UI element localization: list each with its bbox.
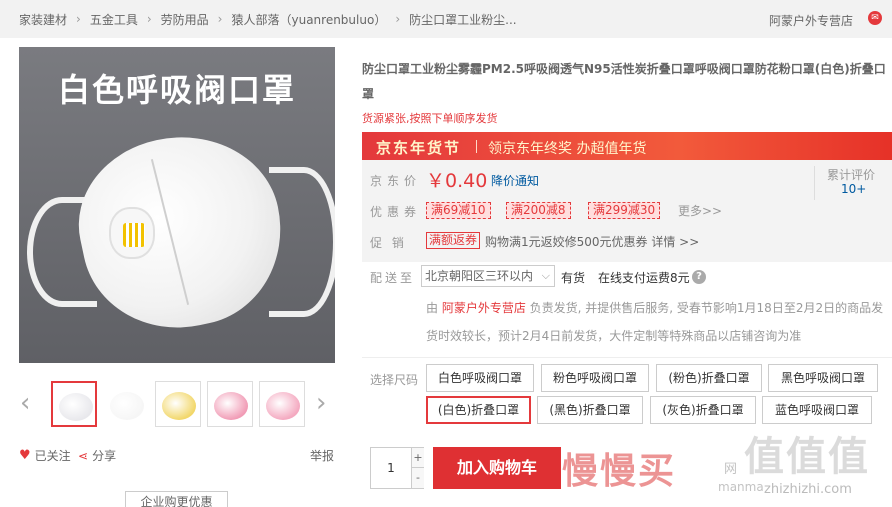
coupon-200-8[interactable]: 满200减8 xyxy=(506,202,571,219)
breadcrumb-item-brand[interactable]: 猿人部落（yuanrenbuluo） xyxy=(231,11,386,28)
review-count-link[interactable]: 10+ xyxy=(841,182,866,196)
thumb-prev-arrow-icon[interactable]: ‹ xyxy=(20,388,30,418)
coupon-label: 优惠券 xyxy=(370,205,422,219)
review-divider xyxy=(814,166,815,200)
quantity-plus-button[interactable]: + xyxy=(411,448,424,468)
watermark-sub-3: zhizhizhi.com xyxy=(764,482,852,497)
promo-label: 促 销 xyxy=(370,236,407,250)
coupon-299-30[interactable]: 满299减30 xyxy=(588,202,661,219)
mask-valve xyxy=(109,207,155,259)
address-value: 北京朝阳区三环以内 xyxy=(425,269,534,283)
stock-status: 有货 xyxy=(561,271,586,285)
product-title: 防尘口罩工业粉尘雾霾PM2.5呼吸阀透气N95活性炭折叠口罩呼吸阀口罩防花粉口罩… xyxy=(362,62,886,101)
thumbnail-white-valve-mask[interactable] xyxy=(51,381,97,427)
quantity-minus-button[interactable]: - xyxy=(411,468,424,488)
breadcrumb-item-product: 防尘口罩工业粉尘... xyxy=(409,12,517,27)
delivery-prefix: 由 xyxy=(426,301,442,315)
size-option-label: 选择尺码 xyxy=(370,373,419,387)
watermark-sub-2: manma xyxy=(718,480,764,494)
price-label: 京东价 xyxy=(370,174,422,188)
chevron-down-icon: ⌵ xyxy=(541,269,550,282)
option-black-valve[interactable]: 黑色呼吸阀口罩 xyxy=(768,364,878,392)
breadcrumb-separator: › xyxy=(217,12,223,26)
coupon-more-link[interactable]: 更多>> xyxy=(678,202,722,219)
breadcrumb-separator: › xyxy=(76,12,81,26)
mask-body xyxy=(63,118,299,346)
quantity-stepper: 1 + - xyxy=(370,447,424,489)
main-image-caption: 白色呼吸阀口罩 xyxy=(57,71,296,109)
share-label: 分享 xyxy=(92,449,117,463)
option-pink-fold[interactable]: (粉色)折叠口罩 xyxy=(656,364,762,392)
corporate-purchase-button[interactable]: 企业购更优惠 xyxy=(125,491,228,507)
option-pink-valve[interactable]: 粉色呼吸阀口罩 xyxy=(541,364,649,392)
watermark-sub-1: 网 xyxy=(724,462,738,477)
thumbnail-pink-valve-mask[interactable] xyxy=(259,381,305,427)
coupon-69-10[interactable]: 满69减10 xyxy=(426,202,491,219)
promo-banner[interactable]: 京东年货节 领京东年终奖 办超值年货 xyxy=(362,132,892,160)
option-white-valve[interactable]: 白色呼吸阀口罩 xyxy=(426,364,534,392)
main-product-image[interactable]: 白色呼吸阀口罩 xyxy=(19,47,335,363)
shipping-label: 配送至 xyxy=(370,271,416,285)
shop-name-link[interactable]: 阿蒙户外专营店 xyxy=(769,12,853,29)
delivery-info: 由 阿蒙户外专营店 负责发货, 并提供售后服务, 受春节影响1月18日至2月2日… xyxy=(426,294,892,350)
breadcrumb-item-hardware[interactable]: 五金工具 xyxy=(90,11,138,28)
help-icon[interactable]: ? xyxy=(692,270,706,284)
option-black-fold[interactable]: (黑色)折叠口罩 xyxy=(537,396,643,424)
seller-link[interactable]: 阿蒙户外专营店 xyxy=(442,301,526,315)
watermark-manmanmai: 慢慢买 xyxy=(562,451,677,492)
promo-tag: 满额返券 xyxy=(426,232,481,249)
address-select[interactable]: 北京朝阳区三环以内 ⌵ xyxy=(421,265,555,287)
thumbnail-pink-fold-mask[interactable] xyxy=(207,381,253,427)
share-button[interactable]: ⋖ 分享 xyxy=(78,447,116,464)
review-label: 累计评价 xyxy=(827,168,876,182)
price-drop-notify-link[interactable]: 降价通知 xyxy=(491,172,539,189)
quantity-input[interactable]: 1 xyxy=(371,448,411,488)
shop-contact-icon[interactable]: ✉ xyxy=(868,11,882,25)
banner-main-text: 京东年货节 xyxy=(376,139,462,157)
option-white-fold[interactable]: (白色)折叠口罩 xyxy=(426,396,531,424)
watermark-zhizhizhi: 值值值 xyxy=(744,434,870,480)
price-value: ￥0.40 xyxy=(426,170,488,192)
stock-note: 货源紧张,按照下单顺序发货 xyxy=(362,112,498,125)
breadcrumb-item-protective[interactable]: 劳防用品 xyxy=(161,11,209,28)
heart-icon: ♥ xyxy=(19,448,31,463)
follow-label: 已关注 xyxy=(34,449,71,463)
breadcrumb-item-home-building[interactable]: 家装建材 xyxy=(19,11,67,28)
option-gray-fold[interactable]: (灰色)折叠口罩 xyxy=(650,396,756,424)
promo-text-link[interactable]: 购物满1元返姣修500元优惠券 详情 >> xyxy=(485,233,699,250)
add-to-cart-button[interactable]: 加入购物车 xyxy=(433,447,561,489)
thumbnail-white-fold-mask[interactable] xyxy=(103,381,149,427)
breadcrumb-separator: › xyxy=(395,12,401,26)
banner-sub-text: 领京东年终奖 办超值年货 xyxy=(488,141,647,157)
banner-divider xyxy=(476,140,477,153)
follow-button[interactable]: ♥ 已关注 xyxy=(19,447,71,464)
breadcrumb: 家装建材 › 五金工具 › 劳防用品 › 猿人部落（yuanrenbuluo） … xyxy=(19,11,517,28)
breadcrumb-bar: 家装建材 › 五金工具 › 劳防用品 › 猿人部落（yuanrenbuluo） … xyxy=(0,0,892,38)
thumbnail-yellow-valve-mask[interactable] xyxy=(155,381,201,427)
shipping-fee-text: 在线支付运费8元 xyxy=(598,271,690,285)
thumb-next-arrow-icon[interactable]: › xyxy=(316,388,326,418)
report-link[interactable]: 举报 xyxy=(310,447,334,464)
section-divider xyxy=(362,357,892,358)
share-icon: ⋖ xyxy=(78,448,89,463)
breadcrumb-separator: › xyxy=(146,12,152,26)
option-blue-valve[interactable]: 蓝色呼吸阀口罩 xyxy=(762,396,872,424)
